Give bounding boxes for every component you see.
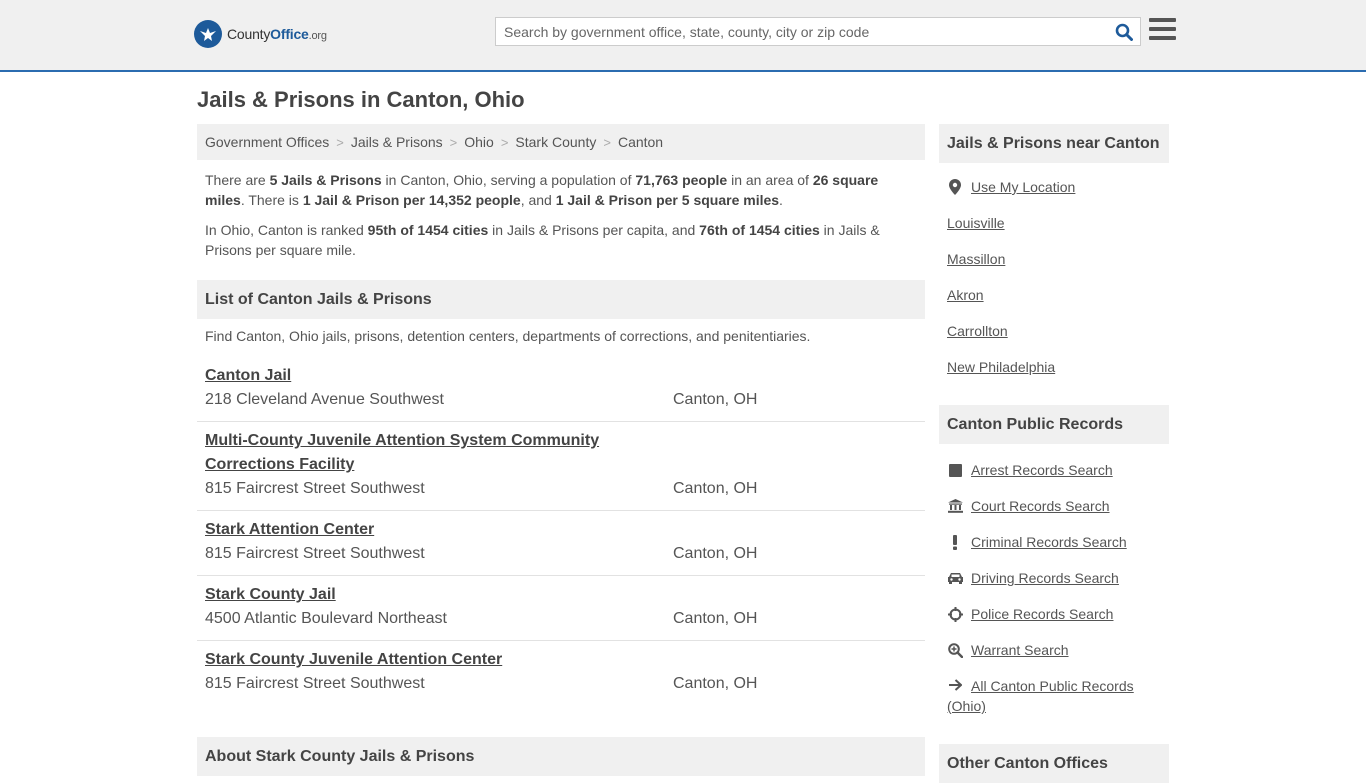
hamburger-menu-icon[interactable] xyxy=(1149,18,1176,44)
eagle-logo-icon xyxy=(194,20,222,48)
listing-city: Canton, OH xyxy=(673,675,758,692)
logo-tld: .org xyxy=(308,30,327,42)
all-public-records-label: All Canton Public Records (Ohio) xyxy=(947,678,1134,714)
listing-address: 815 Faircrest Street Southwest xyxy=(205,480,425,497)
list-section-title: List of Canton Jails & Prisons xyxy=(197,280,925,319)
breadcrumb-canton[interactable]: Canton xyxy=(618,134,663,150)
listing-address: 218 Cleveland Avenue Southwest xyxy=(205,391,444,408)
listing-item: Canton Jail 218 Cleveland Avenue Southwe… xyxy=(197,364,925,422)
warrant-search-label: Warrant Search xyxy=(971,642,1069,658)
search-icon xyxy=(1115,23,1133,41)
listing-city: Canton, OH xyxy=(673,545,758,562)
courthouse-icon xyxy=(947,496,963,516)
crosshair-icon xyxy=(947,604,963,624)
driving-records-link[interactable]: Driving Records Search xyxy=(947,568,1119,588)
listing-city: Canton, OH xyxy=(673,391,758,408)
search-box xyxy=(495,17,1141,46)
warrant-search-link[interactable]: Warrant Search xyxy=(947,640,1069,660)
listing-item: Stark County Jail 4500 Atlantic Boulevar… xyxy=(197,583,925,641)
chevron-right-icon: > xyxy=(336,134,344,150)
breadcrumb-stark-county[interactable]: Stark County xyxy=(515,134,596,150)
search-button[interactable] xyxy=(1108,18,1140,45)
near-city-massillon[interactable]: Massillon xyxy=(947,249,1005,269)
listing-name[interactable]: Canton Jail xyxy=(205,364,625,388)
police-records-link[interactable]: Police Records Search xyxy=(947,604,1113,624)
breadcrumb-jails-prisons[interactable]: Jails & Prisons xyxy=(351,134,443,150)
near-city-akron[interactable]: Akron xyxy=(947,285,984,305)
breadcrumb: Government Offices > Jails & Prisons > O… xyxy=(197,124,925,160)
use-my-location-label: Use My Location xyxy=(971,179,1076,195)
listing-name[interactable]: Stark County Juvenile Attention Center xyxy=(205,648,625,672)
near-city-louisville[interactable]: Louisville xyxy=(947,213,1005,233)
court-records-link[interactable]: Court Records Search xyxy=(947,496,1110,516)
intro-paragraph-stats: There are 5 Jails & Prisons in Canton, O… xyxy=(205,172,879,208)
chevron-right-icon: > xyxy=(500,134,509,150)
intro-text: There are 5 Jails & Prisons in Canton, O… xyxy=(205,170,910,270)
intro-paragraph-rank: In Ohio, Canton is ranked 95th of 1454 c… xyxy=(205,222,880,258)
chevron-right-icon: > xyxy=(449,134,458,150)
square-icon xyxy=(947,460,963,480)
near-city-carrollton[interactable]: Carrollton xyxy=(947,321,1008,341)
top-bar: CountyOffice.org xyxy=(0,0,1366,72)
listing-name[interactable]: Stark Attention Center xyxy=(205,518,625,542)
search-input[interactable] xyxy=(496,18,1108,45)
list-section-description: Find Canton, Ohio jails, prisons, detent… xyxy=(205,328,811,344)
other-offices-title: Other Canton Offices xyxy=(939,744,1169,783)
listing-address: 815 Faircrest Street Southwest xyxy=(205,545,425,562)
use-my-location-link[interactable]: Use My Location xyxy=(947,177,1075,197)
breadcrumb-government-offices[interactable]: Government Offices xyxy=(205,134,329,150)
arrow-right-icon xyxy=(947,676,963,696)
listing-city: Canton, OH xyxy=(673,610,758,627)
about-section-title: About Stark County Jails & Prisons xyxy=(197,737,925,776)
magnifier-plus-icon xyxy=(947,640,963,660)
arrest-records-label: Arrest Records Search xyxy=(971,462,1113,478)
car-icon xyxy=(947,568,963,588)
logo-county: County xyxy=(227,26,271,42)
near-section-title: Jails & Prisons near Canton xyxy=(939,124,1169,163)
listing-item: Stark Attention Center 815 Faircrest Str… xyxy=(197,518,925,576)
listing-city: Canton, OH xyxy=(673,480,758,497)
criminal-records-label: Criminal Records Search xyxy=(971,534,1127,550)
logo-office: Office xyxy=(270,26,309,42)
court-records-label: Court Records Search xyxy=(971,498,1110,514)
police-records-label: Police Records Search xyxy=(971,606,1114,622)
listing-item: Multi-County Juvenile Attention System C… xyxy=(197,429,925,511)
chevron-right-icon: > xyxy=(603,134,611,150)
driving-records-label: Driving Records Search xyxy=(971,570,1119,586)
listing-address: 815 Faircrest Street Southwest xyxy=(205,675,425,692)
page-title: Jails & Prisons in Canton, Ohio xyxy=(197,87,525,112)
arrest-records-link[interactable]: Arrest Records Search xyxy=(947,460,1113,480)
site-logo[interactable]: CountyOffice.org xyxy=(194,20,327,48)
listing-item: Stark County Juvenile Attention Center 8… xyxy=(197,648,925,706)
near-city-new-philadelphia[interactable]: New Philadelphia xyxy=(947,357,1055,377)
breadcrumb-ohio[interactable]: Ohio xyxy=(464,134,494,150)
listing-address: 4500 Atlantic Boulevard Northeast xyxy=(205,610,447,627)
listing-name[interactable]: Multi-County Juvenile Attention System C… xyxy=(205,429,625,477)
all-public-records-link[interactable]: All Canton Public Records (Ohio) xyxy=(947,676,1162,716)
listing-name[interactable]: Stark County Jail xyxy=(205,583,625,607)
criminal-records-link[interactable]: Criminal Records Search xyxy=(947,532,1127,552)
exclamation-icon xyxy=(947,532,963,552)
public-records-title: Canton Public Records xyxy=(939,405,1169,444)
map-pin-icon xyxy=(947,177,963,197)
